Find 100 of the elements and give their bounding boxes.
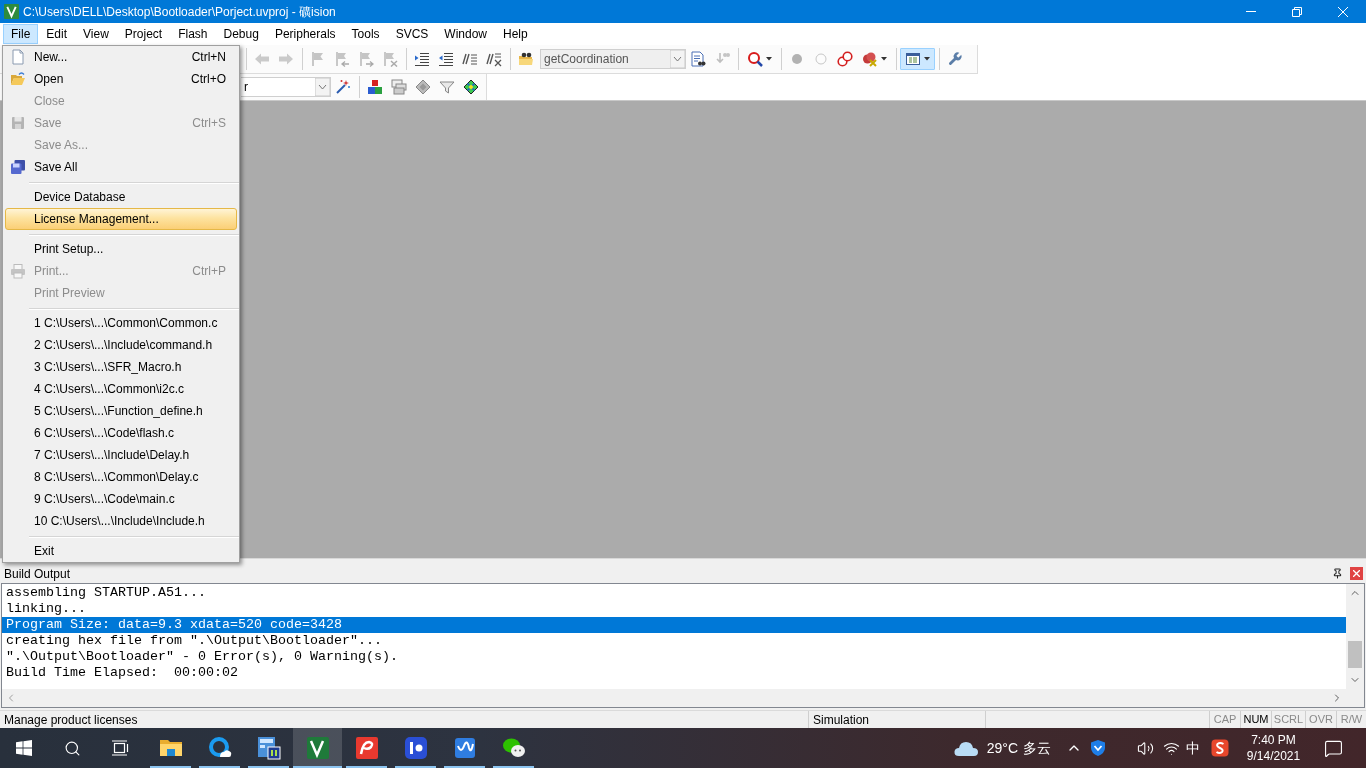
hollow-circle-icon	[813, 51, 829, 67]
status-message: Manage product licenses	[4, 711, 138, 729]
menu-bar-item[interactable]: Peripherals	[266, 24, 344, 44]
chevron-tile-icon	[305, 736, 330, 760]
temperature-text[interactable]: 29°C	[986, 737, 1018, 759]
arrow-right-icon	[278, 51, 294, 67]
minimize-icon	[1246, 11, 1256, 12]
caret-icon	[924, 57, 930, 61]
menu-item[interactable]: 5 C:\Users\...\Function_define.h	[5, 400, 237, 422]
clock-time[interactable]: 7:40 PM	[1251, 732, 1296, 748]
menu-item[interactable]: 7 C:\Users\...\Include\Delay.h	[5, 444, 237, 466]
menu-item[interactable]: 4 C:\Users\...\Common\i2c.c	[5, 378, 237, 400]
status-indicator: NUM	[1243, 712, 1269, 728]
restore-icon	[1292, 6, 1302, 17]
window-list-icon	[905, 51, 921, 67]
folder-binoculars-icon	[518, 51, 534, 67]
wave-tile-icon	[452, 736, 477, 760]
menu-item[interactable]: 9 C:\Users\...\Code\main.c	[5, 488, 237, 510]
menu-item[interactable]: 2 C:\Users\...\Include\command.h	[5, 334, 237, 356]
diamond-grid-icon	[463, 79, 479, 95]
output-line: Build Time Elapsed: 00:00:02	[5, 665, 239, 681]
taskbar-app-button[interactable]	[293, 728, 342, 768]
swirl-tile-icon	[1211, 739, 1229, 757]
search-icon	[63, 739, 81, 757]
uncomment-lines-icon	[486, 51, 502, 67]
speaker-icon	[1136, 739, 1154, 757]
flag-cross-icon	[382, 51, 398, 67]
app-tile-icon	[403, 736, 428, 760]
menu-bar-item[interactable]: Edit	[38, 24, 76, 44]
output-line: assembling STARTUP.A51...	[5, 585, 207, 601]
input-method-indicator[interactable]: 中	[1182, 737, 1204, 759]
status-indicator: SCRL	[1273, 712, 1304, 728]
filled-circle-icon	[789, 51, 805, 67]
indent-icon	[414, 51, 430, 67]
weather-condition-text[interactable]: 多云	[1023, 737, 1051, 759]
magnifier-icon	[747, 51, 763, 67]
open-folder-icon	[10, 71, 26, 87]
diamond-icon	[415, 79, 431, 95]
menu-item[interactable]: License Management...	[5, 208, 237, 230]
menu-bar-item[interactable]: View	[75, 24, 117, 44]
menu-item[interactable]: 10 C:\Users\...\Include\Include.h	[5, 510, 237, 532]
menu-item[interactable]: Print Setup...	[5, 238, 237, 260]
close-button[interactable]	[1350, 567, 1363, 580]
arrow-left-icon	[254, 51, 270, 67]
menu-bar-item[interactable]: SVCS	[387, 24, 437, 44]
blob-cross-icon	[862, 51, 878, 67]
dropdown-arrow-icon	[670, 50, 685, 68]
menu-bar-item[interactable]: Debug	[215, 24, 267, 44]
menu-bar-item[interactable]: Project	[116, 24, 171, 44]
printer-icon	[10, 263, 26, 279]
outdent-icon	[438, 51, 454, 67]
caret-icon	[766, 57, 772, 61]
scrollbar-thumb[interactable]	[1348, 641, 1362, 668]
status-indicator: OVR	[1309, 712, 1333, 728]
status-mode: Simulation	[813, 711, 870, 729]
funnel-icon	[439, 79, 455, 95]
double-circle-icon	[837, 51, 853, 67]
document-icon	[10, 49, 26, 65]
close-icon	[1338, 6, 1348, 17]
menu-item[interactable]: Exit	[5, 540, 237, 562]
menu-item[interactable]: 8 C:\Users\...\Common\Delay.c	[5, 466, 237, 488]
flag-arrow-icon	[334, 51, 350, 67]
menu-item[interactable]: Device Database	[5, 186, 237, 208]
menu-item[interactable]: 6 C:\Users\...\Code\flash.c	[5, 422, 237, 444]
shortcut-text: Ctrl+S	[192, 115, 226, 132]
pin-icon[interactable]	[1332, 568, 1343, 579]
document-binoculars-icon	[690, 51, 706, 67]
menu-bar-item[interactable]: Window	[436, 24, 495, 44]
notification-icon	[1323, 738, 1343, 758]
vertical-scrollbar[interactable]	[1346, 584, 1364, 689]
flag-icon	[310, 51, 326, 67]
combo-box[interactable]: r	[241, 77, 331, 97]
chat-bubbles-icon	[501, 736, 526, 760]
floppy-disks-icon	[10, 159, 26, 175]
cloud-icon[interactable]	[953, 740, 978, 756]
menu-item[interactable]: 1 C:\Users\...\Common\Common.c	[5, 312, 237, 334]
clock-date[interactable]: 9/14/2021	[1246, 748, 1301, 764]
close-icon	[1353, 570, 1360, 577]
menu-bar-item[interactable]: Tools	[343, 24, 388, 44]
toolbar-button[interactable]	[900, 48, 935, 70]
window-title: C:\Users\DELL\Desktop\Bootloader\Porject.uvproj - 礦ision	[23, 3, 336, 21]
menu-bar-item[interactable]: Help	[495, 24, 536, 44]
menu-bar-item[interactable]: File	[3, 24, 39, 44]
menu-item[interactable]: New... Ctrl+N	[5, 46, 237, 68]
flag-arrow-icon	[358, 51, 374, 67]
ring-cloud-icon	[207, 736, 232, 760]
menu-item[interactable]: 3 C:\Users\...\SFR_Macro.h	[5, 356, 237, 378]
task-view-icon	[111, 740, 129, 756]
magic-wand-icon	[335, 79, 351, 95]
comment-lines-icon	[462, 51, 478, 67]
window-pause-icon	[256, 736, 281, 760]
menu-bar-item[interactable]: Flash	[170, 24, 216, 44]
panel-title: Build Output	[4, 565, 71, 583]
menu-item[interactable]: Open Ctrl+O	[5, 68, 237, 90]
status-indicator: R/W	[1340, 712, 1363, 728]
wrench-icon	[947, 51, 963, 67]
swirl-tile-icon	[354, 736, 379, 760]
menu-item[interactable]: Save All	[5, 156, 237, 178]
colored-blocks-icon	[367, 79, 383, 95]
stacked-windows-icon	[391, 79, 407, 95]
